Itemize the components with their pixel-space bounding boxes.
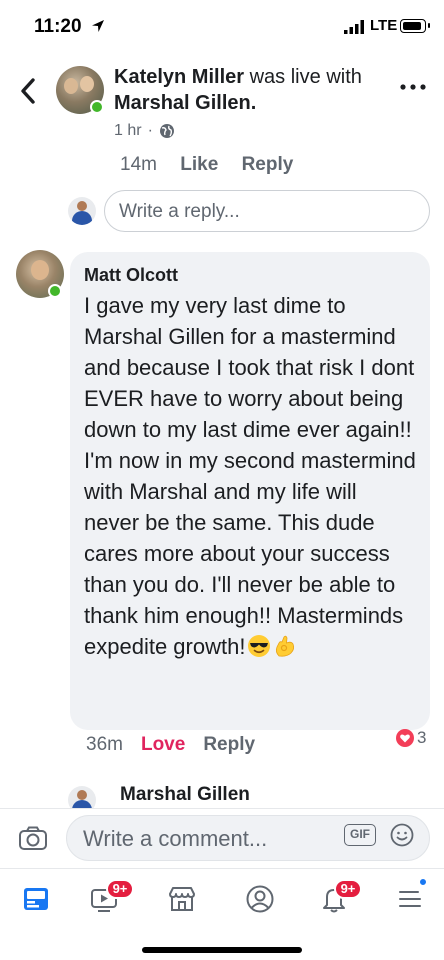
- current-user-avatar: [68, 197, 96, 225]
- tab-notifications[interactable]: 9+: [312, 877, 362, 921]
- comment-text: I gave my very last dime to Marshal Gill…: [84, 290, 416, 662]
- battery-icon: [400, 19, 430, 33]
- previous-comment-actions: 14m Like Reply: [120, 154, 311, 180]
- like-button[interactable]: Like: [180, 154, 218, 176]
- more-options-icon[interactable]: [398, 80, 428, 94]
- signal-icon: [344, 20, 364, 34]
- tab-marketplace[interactable]: [160, 877, 204, 921]
- network-label: LTE: [370, 17, 398, 34]
- tab-menu[interactable]: [388, 877, 432, 921]
- menu-new-indicator: [418, 877, 428, 887]
- home-indicator: [142, 947, 302, 953]
- comment-bubble: Matt Olcott I gave my very last dime to …: [70, 252, 430, 730]
- reaction-summary[interactable]: 3: [396, 728, 426, 748]
- bottom-tab-bar: 9+ 9+: [0, 868, 444, 960]
- comment-actions: 36m Love Reply: [86, 734, 255, 756]
- profile-icon: [246, 885, 274, 913]
- notifications-badge: 9+: [334, 879, 362, 899]
- love-button[interactable]: Love: [141, 734, 185, 756]
- comment-author[interactable]: Matt Olcott: [84, 264, 416, 286]
- meta-separator: ·: [147, 122, 153, 139]
- sub-reply-author[interactable]: Marshal Gillen: [120, 784, 250, 806]
- title-with: with: [326, 66, 362, 88]
- comment-body: I gave my very last dime to Marshal Gill…: [84, 293, 416, 659]
- post-title: Katelyn Miller was live with Marshal Gil…: [114, 64, 384, 116]
- reply-input[interactable]: Write a reply...: [104, 190, 430, 232]
- watch-badge: 9+: [106, 879, 134, 899]
- tab-news-feed[interactable]: [14, 877, 58, 921]
- shop-icon: [169, 887, 195, 911]
- sub-reply-avatar[interactable]: [68, 786, 96, 810]
- tab-profile[interactable]: [238, 877, 282, 921]
- reaction-count: 3: [417, 728, 427, 747]
- comment-composer: Write a comment... GIF: [0, 808, 444, 868]
- poster-name[interactable]: Katelyn Miller: [114, 66, 244, 88]
- post-header: Katelyn Miller was live with Marshal Gil…: [0, 52, 444, 152]
- back-arrow-icon[interactable]: [14, 74, 42, 108]
- sunglasses-emoji-icon: [248, 635, 271, 657]
- gif-icon[interactable]: GIF: [344, 824, 376, 846]
- comment-reply-button[interactable]: Reply: [203, 734, 255, 756]
- tab-watch[interactable]: 9+: [82, 877, 134, 921]
- sub-reply-row: Marshal Gillen: [0, 782, 444, 810]
- status-bar: 11:20 LTE: [0, 0, 444, 52]
- online-indicator: [90, 100, 104, 114]
- hamburger-icon: [399, 891, 421, 907]
- newsfeed-icon: [24, 888, 48, 910]
- camera-icon[interactable]: [18, 825, 48, 851]
- post-meta: 1 hr ·: [114, 122, 175, 140]
- comment-time: 36m: [86, 734, 123, 755]
- ok-hand-emoji-icon: [276, 635, 295, 657]
- title-action: was live: [249, 66, 321, 88]
- reply-row: Write a reply...: [0, 190, 444, 232]
- location-arrow-icon: [92, 20, 104, 32]
- emoji-picker-icon[interactable]: [390, 823, 414, 847]
- globe-icon: [159, 124, 174, 138]
- partner-name[interactable]: Marshal Gillen.: [114, 92, 256, 114]
- reply-button[interactable]: Reply: [242, 154, 294, 176]
- post-time: 1 hr: [114, 122, 142, 139]
- previous-comment-time: 14m: [120, 154, 157, 175]
- status-time: 11:20: [34, 16, 82, 37]
- commenter-online-indicator: [48, 284, 62, 298]
- heart-icon: [396, 729, 414, 747]
